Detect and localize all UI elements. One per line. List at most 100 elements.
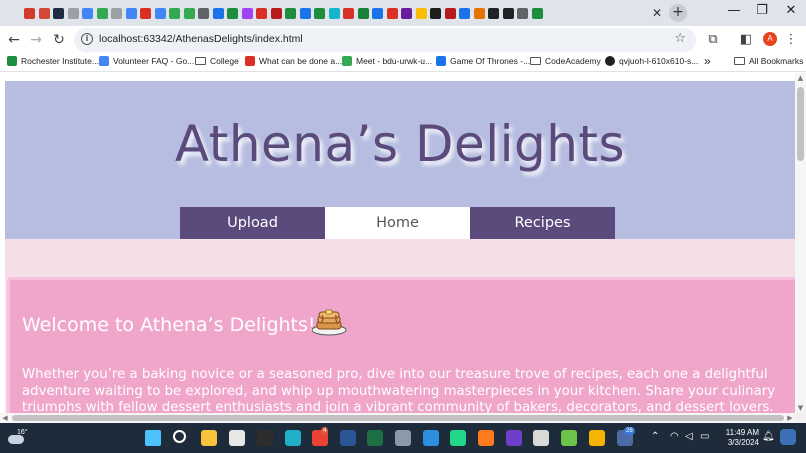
scroll-down-icon[interactable]: ▼ xyxy=(795,403,806,413)
store-icon[interactable] xyxy=(229,430,245,446)
notepad-icon[interactable] xyxy=(561,430,577,446)
tab-favicon-icon[interactable] xyxy=(531,7,543,19)
chrome-canary-icon[interactable] xyxy=(589,430,605,446)
bookmark-what-can-be-done[interactable]: What can be done a... xyxy=(245,56,342,66)
tab-favicon-icon[interactable] xyxy=(227,7,238,19)
tab-favicon-icon[interactable] xyxy=(459,7,470,19)
start-icon[interactable] xyxy=(145,430,161,446)
bookmark-game-of-thrones[interactable]: Game Of Thrones -... xyxy=(436,56,530,66)
tab-favicon-icon[interactable] xyxy=(357,7,369,19)
volume-icon[interactable]: ◁ xyxy=(685,431,693,442)
tab-favicon-icon[interactable] xyxy=(38,7,50,19)
tab-favicon-icon[interactable] xyxy=(169,7,180,19)
tab-favicon-icon[interactable] xyxy=(314,7,325,19)
profile-avatar[interactable]: A xyxy=(763,32,777,46)
search-icon[interactable] xyxy=(173,430,186,443)
bookmark-qvjuoh[interactable]: qvjuoh-l-610x610-s... xyxy=(605,56,698,66)
settings-icon[interactable] xyxy=(395,430,411,446)
tab-favicon-icon[interactable] xyxy=(488,7,499,19)
tab-favicon-icon[interactable] xyxy=(96,7,108,19)
tab-favicon-icon[interactable] xyxy=(502,7,514,19)
vertical-scrollbar[interactable]: ▲ ▼ xyxy=(795,73,806,413)
wifi-icon[interactable]: ◠ xyxy=(670,431,679,442)
vertical-scroll-thumb[interactable] xyxy=(797,87,804,161)
pycharm-icon[interactable] xyxy=(450,430,466,446)
tab-favicon-icon[interactable] xyxy=(270,7,282,19)
tab-favicon-icon[interactable] xyxy=(212,7,224,19)
close-window-icon[interactable]: ✕ xyxy=(777,3,805,18)
tray-overflow-icon[interactable]: ⌃ xyxy=(651,431,659,442)
terminal-icon[interactable] xyxy=(257,430,273,446)
plus-icon[interactable]: + xyxy=(669,4,687,22)
side-panel-icon[interactable]: ◧ xyxy=(737,31,755,49)
tab-favicon-icon[interactable] xyxy=(241,7,253,19)
address-bar[interactable]: i localhost:63342/AthenasDelights/index.… xyxy=(74,28,696,52)
edge-icon[interactable] xyxy=(285,430,301,446)
tab-favicon-icon[interactable] xyxy=(198,7,209,19)
copilot-icon[interactable] xyxy=(780,429,796,445)
system-clock[interactable]: 11:49 AM 3/3/2024 xyxy=(717,428,759,448)
tab-favicon-icon[interactable] xyxy=(53,7,64,19)
snipping-icon[interactable] xyxy=(533,430,549,446)
tab-favicon-icon[interactable] xyxy=(125,7,137,19)
tab-favicon-icon[interactable] xyxy=(372,7,383,19)
vscode-icon[interactable] xyxy=(423,430,439,446)
notification-icon[interactable]: 🔔︎ xyxy=(762,431,775,442)
file-explorer-icon[interactable] xyxy=(201,430,217,446)
tab-favicon-icon[interactable] xyxy=(401,7,412,19)
bookmark-meet[interactable]: Meet - bdu-urwk-u... xyxy=(342,56,432,66)
bookmark-label: What can be done a... xyxy=(259,56,343,66)
bookmark-folder-college[interactable]: College xyxy=(195,56,239,66)
bookmark-volunteer-faq[interactable]: Volunteer FAQ - Go... xyxy=(99,56,194,66)
tab-favicon-icon[interactable] xyxy=(299,7,311,19)
close-icon[interactable]: ✕ xyxy=(650,6,664,20)
tab-favicon-icon[interactable] xyxy=(415,7,427,19)
tab-favicon-icon[interactable] xyxy=(154,7,166,19)
url-text[interactable]: localhost:63342/AthenasDelights/index.ht… xyxy=(99,33,303,45)
tab-favicon-icon[interactable] xyxy=(24,7,35,19)
github-icon[interactable] xyxy=(506,430,522,446)
reload-icon[interactable]: ↻ xyxy=(50,31,68,49)
welcome-heading: Welcome to Athena’s Delights! xyxy=(22,314,316,336)
bookmark-folder-codeacademy[interactable]: CodeAcademy xyxy=(530,56,601,66)
tab-favicon-icon[interactable] xyxy=(328,7,340,19)
horizontal-scrollbar[interactable]: ◀ ▶ xyxy=(0,413,795,423)
tab-favicon-icon[interactable] xyxy=(473,7,485,19)
bookmark-star-icon[interactable]: ☆ xyxy=(674,31,686,46)
tab-favicon-icon[interactable] xyxy=(140,7,151,19)
restore-icon[interactable]: ❐ xyxy=(748,3,776,18)
scroll-right-icon[interactable]: ▶ xyxy=(785,413,795,423)
tab-favicon-icon[interactable] xyxy=(256,7,267,19)
word-icon[interactable] xyxy=(340,430,356,446)
tab-favicon-icon[interactable] xyxy=(82,7,93,19)
back-icon[interactable]: ← xyxy=(5,31,23,49)
scroll-up-icon[interactable]: ▲ xyxy=(795,73,806,83)
nav-upload[interactable]: Upload xyxy=(180,207,325,239)
forward-icon[interactable]: → xyxy=(27,31,45,49)
extensions-icon[interactable]: ⧉ xyxy=(704,31,722,49)
weather-widget[interactable]: 16° xyxy=(6,428,28,448)
tab-favicon-icon[interactable] xyxy=(444,7,456,19)
more-menu-icon[interactable]: ⋮ xyxy=(782,31,800,49)
nav-home[interactable]: Home xyxy=(325,207,470,239)
firefox-icon[interactable] xyxy=(478,430,494,446)
tab-favicon-icon[interactable] xyxy=(183,7,195,19)
battery-icon[interactable]: ▭ xyxy=(700,431,709,442)
horizontal-scroll-thumb[interactable] xyxy=(12,415,784,421)
bookmarks-overflow-icon[interactable]: » xyxy=(704,54,711,68)
tab-favicon-icon[interactable] xyxy=(343,7,354,19)
tab-favicon-icon[interactable] xyxy=(67,7,79,19)
scroll-left-icon[interactable]: ◀ xyxy=(0,413,10,423)
nav-recipes[interactable]: Recipes xyxy=(470,207,615,239)
tab-favicon-icon[interactable] xyxy=(285,7,296,19)
tab-favicon-icon[interactable] xyxy=(386,7,398,19)
site-info-icon[interactable]: i xyxy=(81,33,93,45)
tab-favicon-icon[interactable] xyxy=(430,7,441,19)
minimize-icon[interactable]: — xyxy=(720,3,748,18)
all-bookmarks[interactable]: All Bookmarks xyxy=(734,56,803,66)
bookmark-label: Rochester Institute... xyxy=(21,56,99,66)
bookmark-rochester[interactable]: Rochester Institute... xyxy=(7,56,99,66)
excel-icon[interactable] xyxy=(367,430,383,446)
tab-favicon-icon[interactable] xyxy=(517,7,528,19)
tab-favicon-icon[interactable] xyxy=(111,7,122,19)
